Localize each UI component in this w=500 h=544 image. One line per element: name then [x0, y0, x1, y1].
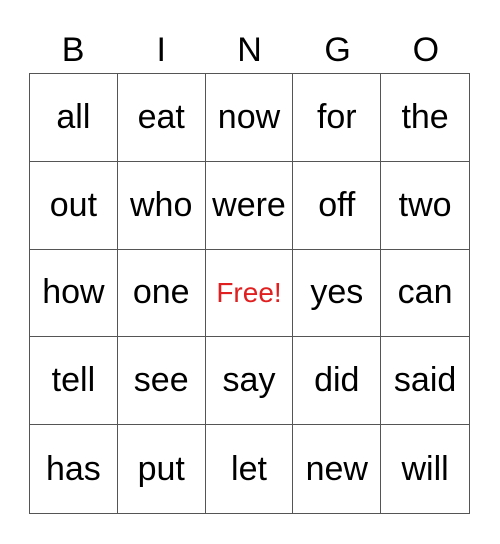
header-letter-b: B	[61, 31, 85, 69]
bingo-cell[interactable]: now	[205, 74, 294, 162]
bingo-cell[interactable]: the	[381, 74, 469, 162]
bingo-cell[interactable]: yes	[293, 249, 382, 338]
bingo-cell[interactable]: see	[117, 337, 206, 426]
bingo-cell[interactable]: all	[30, 74, 118, 162]
bingo-cell[interactable]: off	[293, 161, 382, 250]
bingo-cell[interactable]: said	[381, 337, 469, 426]
header-letter-g: G	[324, 31, 351, 69]
bingo-cell[interactable]: how	[30, 249, 118, 338]
header-letter-i: I	[156, 31, 166, 69]
bingo-cell[interactable]: were	[205, 161, 294, 250]
bingo-cell[interactable]: for	[293, 74, 382, 162]
bingo-cell[interactable]: can	[381, 250, 469, 338]
bingo-cell[interactable]: will	[381, 425, 469, 513]
bingo-cell[interactable]: put	[118, 425, 206, 513]
bingo-cell[interactable]: new	[293, 425, 382, 513]
bingo-cell[interactable]: eat	[117, 74, 206, 162]
bingo-cell[interactable]: tell	[30, 337, 118, 426]
bingo-cell[interactable]: did	[293, 337, 382, 426]
bingo-cell[interactable]: has	[30, 425, 118, 513]
bingo-cell[interactable]: two	[381, 162, 469, 250]
header-letter-o: O	[412, 31, 440, 69]
free-space-cell[interactable]: Free!	[205, 249, 294, 338]
bingo-cell[interactable]: one	[117, 249, 206, 338]
bingo-cell[interactable]: who	[117, 161, 206, 250]
bingo-header: B I N G O	[29, 28, 471, 73]
header-letter-n: N	[237, 31, 262, 69]
bingo-cell[interactable]: say	[205, 337, 294, 426]
bingo-cell[interactable]: out	[30, 161, 118, 250]
bingo-cell[interactable]: let	[206, 425, 294, 513]
bingo-grid: all eat now for the out who were off two how one Fre…	[29, 73, 470, 514]
